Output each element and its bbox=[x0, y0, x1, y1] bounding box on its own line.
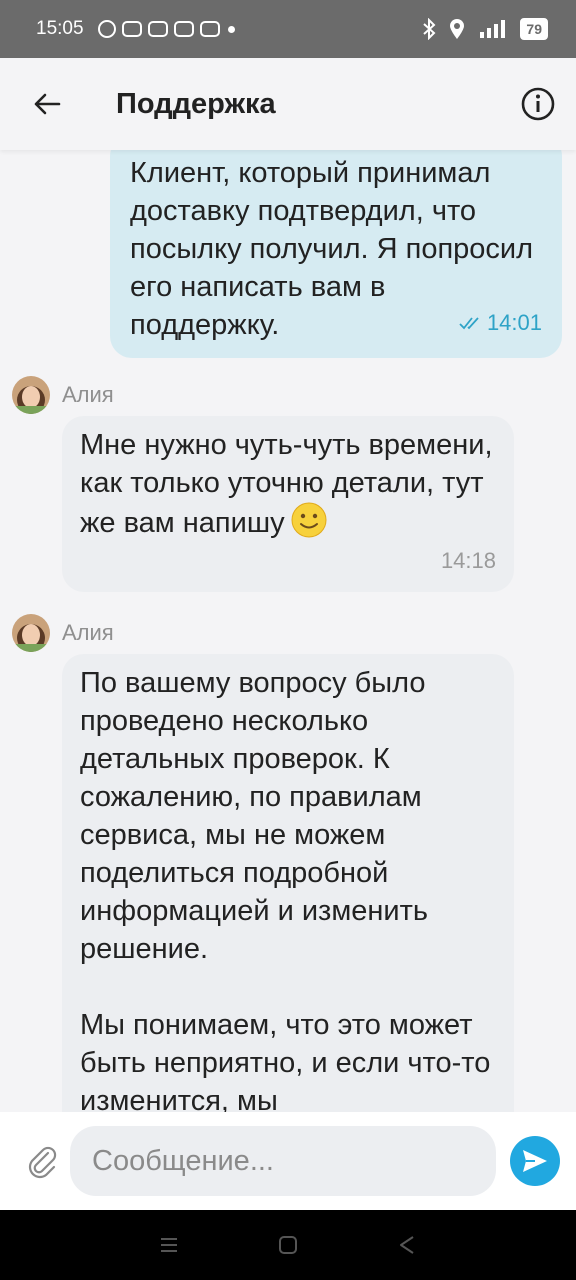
status-bar: 15:05 79 bbox=[0, 0, 576, 58]
notification-icons bbox=[97, 20, 235, 38]
page-title: Поддержка bbox=[116, 87, 276, 120]
support-agent-avatar-icon bbox=[12, 376, 50, 414]
info-icon bbox=[521, 87, 555, 121]
send-icon bbox=[523, 1150, 547, 1172]
double-check-icon bbox=[459, 317, 479, 330]
youtube-icon bbox=[199, 21, 220, 37]
incoming-message: Мне нужно чуть-чуть времени, как только … bbox=[62, 416, 514, 592]
paperclip-icon bbox=[28, 1146, 57, 1179]
send-button[interactable] bbox=[510, 1136, 560, 1186]
status-time: 15:05 bbox=[36, 18, 84, 39]
info-button[interactable] bbox=[520, 86, 556, 122]
system-icons: 79 bbox=[422, 18, 548, 40]
chat-messages[interactable]: Клиент, который принимал доставку подтве… bbox=[0, 150, 576, 1112]
avatar[interactable] bbox=[12, 614, 50, 652]
more-notifications-icon bbox=[227, 25, 235, 33]
location-icon bbox=[450, 19, 465, 39]
incoming-message: По вашему вопросу было проведено несколь… bbox=[62, 654, 514, 1112]
message-paragraph: По вашему вопросу было проведено несколь… bbox=[80, 667, 429, 965]
attach-button[interactable] bbox=[20, 1139, 64, 1183]
youtube-icon bbox=[147, 21, 168, 37]
message-composer bbox=[0, 1112, 576, 1210]
message-input[interactable] bbox=[70, 1126, 496, 1196]
bluetooth-icon bbox=[423, 18, 436, 40]
app-bar: Поддержка bbox=[0, 58, 576, 150]
viber-icon bbox=[97, 20, 116, 38]
sender-name: Алия bbox=[62, 620, 114, 645]
back-button[interactable] bbox=[22, 79, 72, 129]
system-navigation-bar bbox=[0, 1210, 576, 1280]
outgoing-message: Клиент, который принимал доставку подтве… bbox=[110, 150, 562, 358]
back-triangle-icon bbox=[399, 1236, 414, 1254]
nav-menu-button[interactable] bbox=[149, 1225, 189, 1265]
sender-row: Алия bbox=[12, 614, 114, 652]
message-text: Мне нужно чуть-чуть времени, как только … bbox=[80, 429, 493, 539]
nav-home-button[interactable] bbox=[268, 1225, 308, 1265]
sender-row: Алия bbox=[12, 376, 114, 414]
message-time: 14:18 bbox=[440, 548, 496, 573]
avatar[interactable] bbox=[12, 376, 50, 414]
arrow-left-icon bbox=[34, 93, 61, 115]
message-paragraph: Мы понимаем, что это может быть неприятн… bbox=[80, 1009, 491, 1112]
nav-back-button[interactable] bbox=[387, 1225, 427, 1265]
menu-icon bbox=[161, 1238, 178, 1252]
slightly-smiling-face-icon bbox=[291, 502, 327, 538]
message-time: 14:01 bbox=[486, 310, 542, 335]
message-meta: 14:01 bbox=[459, 304, 542, 342]
youtube-icon bbox=[173, 21, 194, 37]
support-agent-avatar-icon bbox=[12, 614, 50, 652]
instagram-icon bbox=[121, 21, 142, 37]
home-square-icon bbox=[278, 1236, 297, 1254]
signal-icon bbox=[480, 20, 506, 38]
sender-name: Алия bbox=[62, 382, 114, 407]
battery-indicator: 79 bbox=[520, 18, 548, 40]
